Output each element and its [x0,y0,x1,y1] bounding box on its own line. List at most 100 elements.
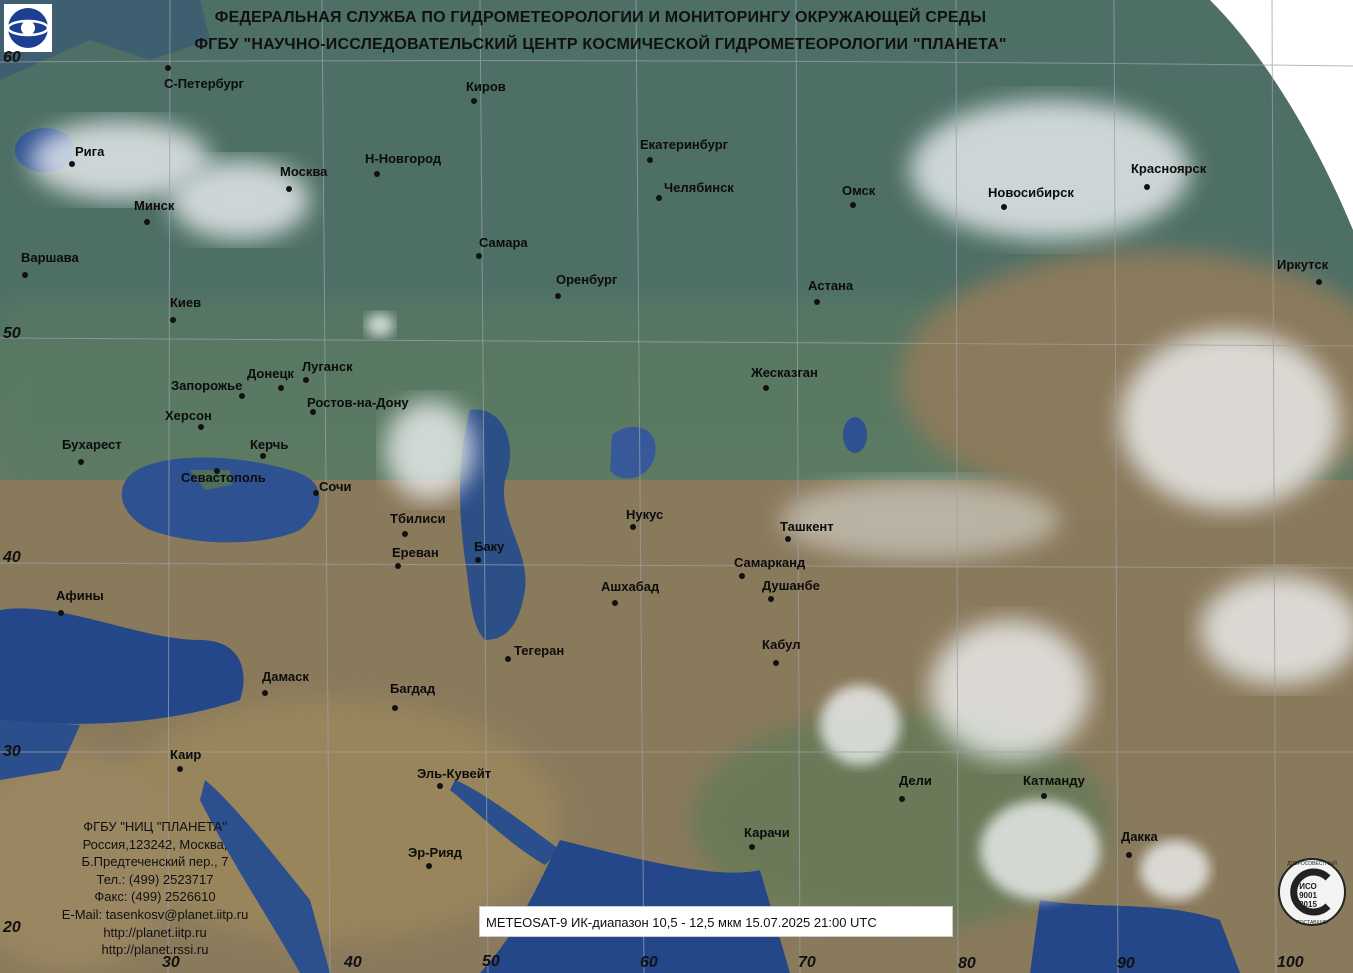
email-text: E-Mail: tasenkosv@planet.iitp.ru [61,906,249,922]
city-marker [768,596,774,602]
city-marker [144,219,150,225]
lon-label: 70 [798,954,816,971]
phone-text: Тел.: (499) 2523717 [96,871,214,887]
iso-year: 2015 [1299,900,1317,909]
city-label: Кабул [762,637,801,652]
header-title-line2: ФГБУ "НАУЧНО-ИССЛЕДОВАТЕЛЬСКИЙ ЦЕНТР КОС… [194,36,1007,53]
city-marker [1041,793,1047,799]
lat-label: 40 [3,549,21,566]
city-label: Эль-Кувейт [417,766,492,781]
city-label: Душанбе [762,578,820,593]
lon-label: 80 [958,955,976,972]
lake-balkhash [843,417,867,453]
city-label: Ашхабад [601,579,660,594]
city-label: Эр-Рияд [408,845,463,860]
city-label: Тегеран [514,643,565,658]
city-label: Астана [808,278,854,293]
city-label: Сочи [319,479,352,494]
city-label: Дели [899,773,932,788]
city-label: Самара [479,235,528,250]
city-marker [374,171,380,177]
city-marker [177,766,183,772]
city-label: Иркутск [1277,257,1329,272]
contact-info: ФГБУ "НИЦ "ПЛАНЕТА" Россия,123242, Москв… [30,818,280,959]
city-marker [850,202,856,208]
org-name: ФГБУ "НИЦ "ПЛАНЕТА" [83,819,227,834]
city-label: Варшава [21,250,79,265]
city-label: Н-Новгород [365,151,442,166]
city-marker [1001,204,1007,210]
city-label: Москва [280,164,328,179]
lon-label: 100 [1277,954,1304,971]
iso-bottom-text: ПОСТАВЩИК [1296,920,1328,926]
city-marker [773,660,779,666]
city-marker [899,796,905,802]
lat-label: 20 [3,919,21,936]
lat-label: 50 [3,325,21,342]
lon-label: 60 [640,954,658,971]
city-marker [262,690,268,696]
city-label: Тбилиси [390,511,446,526]
image-info-box: METEOSAT-9 ИК-диапазон 10,5 - 12,5 мкм 1… [479,906,953,937]
city-label: Бухарест [62,437,122,452]
fax-text: Факс: (499) 2526610 [94,889,216,905]
city-label: Запорожье [171,378,243,393]
city-label: Луганск [302,359,353,374]
city-label: Карачи [744,825,790,840]
city-marker [437,783,443,789]
city-marker [814,299,820,305]
iso-top-text: ДОБРОСОВЕСТНЫЙ [1287,859,1337,867]
city-marker [471,98,477,104]
city-label: Красноярск [1131,161,1207,176]
city-marker [749,844,755,850]
city-marker [278,385,284,391]
iso-label: ИСО [1299,882,1317,891]
city-label: Рига [75,144,105,159]
website-link[interactable]: http://planet.iitp.ru [30,924,280,942]
city-label: Афины [56,588,104,603]
city-marker [555,293,561,299]
city-marker [303,377,309,383]
city-marker [1126,852,1132,858]
city-marker [763,385,769,391]
city-label: Оренбург [556,272,618,287]
city-marker [476,253,482,259]
city-label: Нукус [626,507,664,522]
city-marker [165,65,171,71]
city-label: Минск [134,198,175,213]
lon-label: 50 [482,953,500,970]
city-marker [739,573,745,579]
city-marker [630,524,636,530]
city-marker [402,531,408,537]
city-marker [198,424,204,430]
city-label: Челябинск [664,180,734,195]
city-marker [475,557,481,563]
city-label: Ереван [392,545,439,560]
iso-badge-icon: ДОБРОСОВЕСТНЫЙ ИСО 9001 2015 ПОСТАВЩИК [1278,858,1346,926]
city-marker [78,459,84,465]
iso-number: 9001 [1299,891,1317,900]
city-marker [392,705,398,711]
city-label: С-Петербург [164,76,244,91]
city-label: Севастополь [181,470,266,485]
city-marker [286,186,292,192]
address-line: Россия,123242, Москва, [82,836,228,852]
city-label: Керчь [250,437,289,452]
city-label: Херсон [165,408,212,423]
city-label: Жесказган [751,365,818,380]
city-marker [1316,279,1322,285]
city-label: Ростов-на-Дону [307,395,409,410]
city-marker [612,600,618,606]
city-label: Екатеринбург [640,137,729,152]
city-marker [395,563,401,569]
lon-label: 90 [1117,955,1135,972]
address-line: Б.Предтеченский пер., 7 [81,854,229,870]
website-link[interactable]: http://planet.rssi.ru [30,941,280,959]
city-label: Новосибирск [988,185,1074,200]
city-label: Каир [170,747,202,762]
city-marker [22,272,28,278]
lon-label: 40 [344,954,362,971]
city-marker [260,453,266,459]
city-marker [656,195,662,201]
city-label: Ташкент [780,519,834,534]
